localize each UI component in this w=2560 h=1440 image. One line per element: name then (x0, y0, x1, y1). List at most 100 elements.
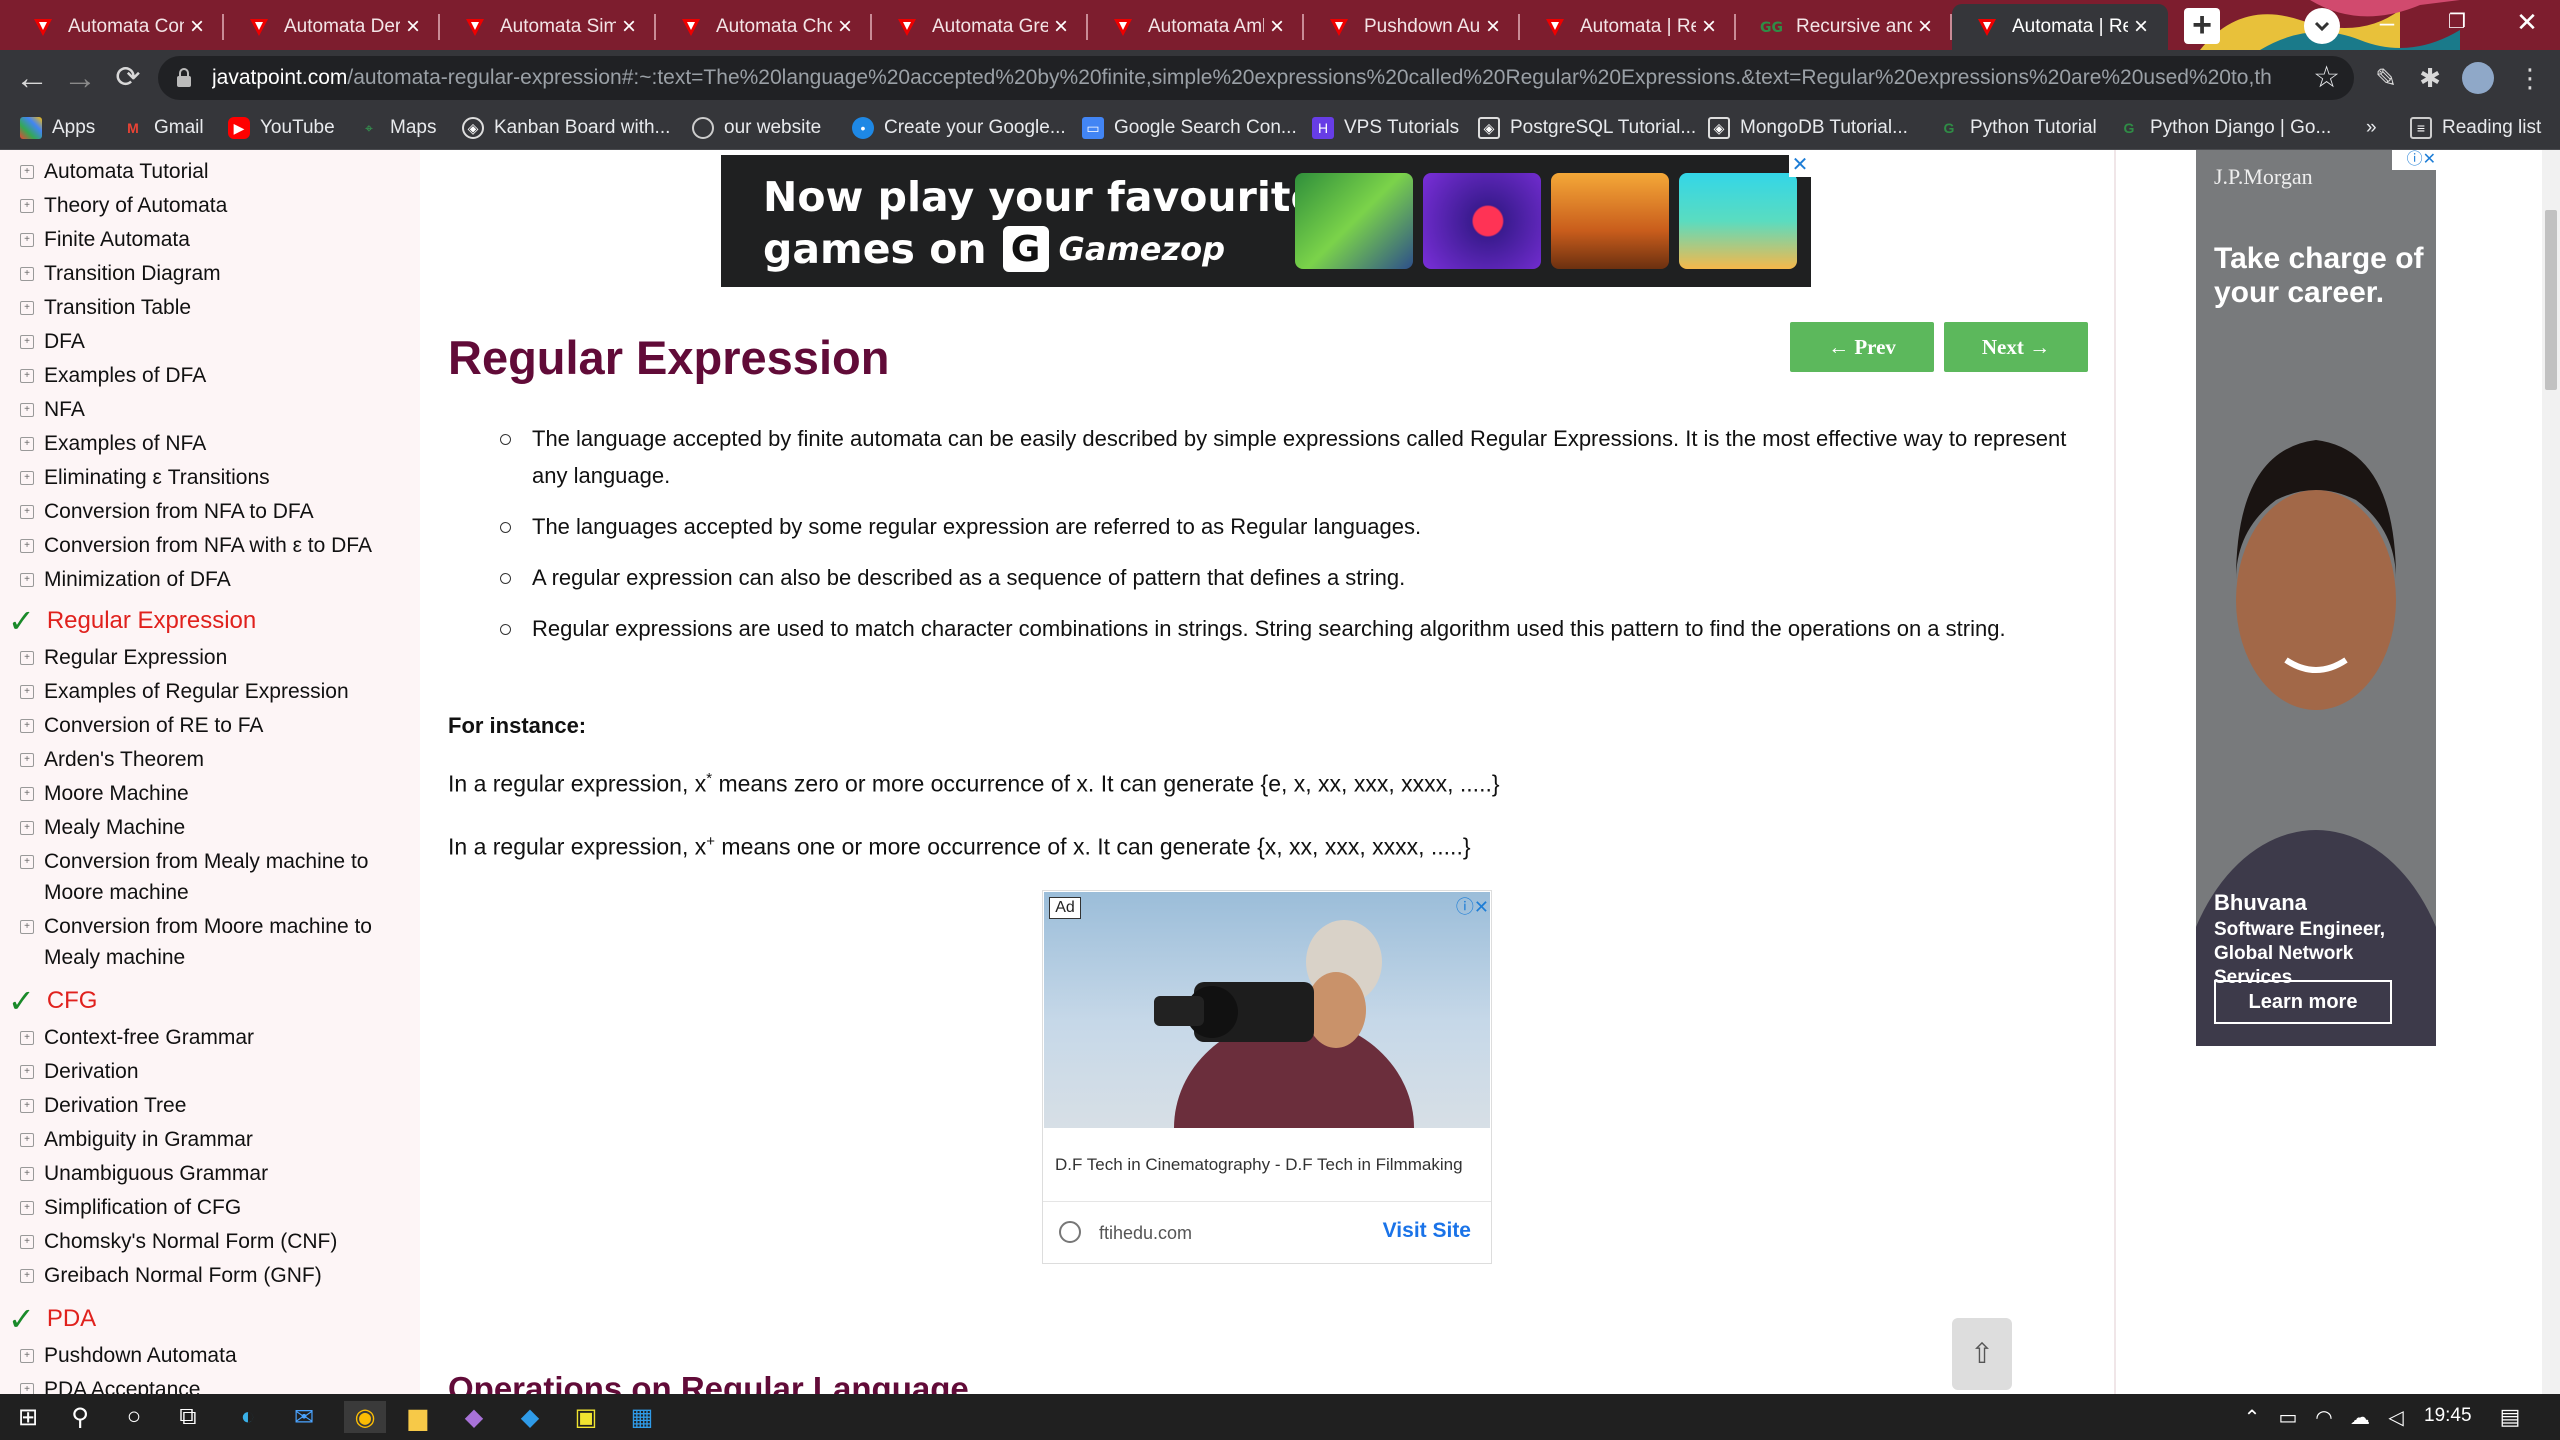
sidebar-item[interactable]: + NFA (20, 394, 405, 425)
sidebar-item[interactable]: + Moore Machine (20, 778, 405, 809)
close-icon[interactable]: × (2128, 14, 2154, 40)
sidebar-item[interactable]: + Conversion from Mealy machine to Moore … (20, 846, 405, 908)
ad-close-icon[interactable]: ✕ (1789, 155, 1811, 177)
sidebar-item[interactable]: + Examples of DFA (20, 360, 405, 391)
bookmarks-overflow[interactable]: » (2366, 114, 2377, 142)
ad-choices-icon[interactable]: ⓘ✕ (1445, 893, 1489, 917)
bookmark-postgresql[interactable]: ◈ PostgreSQL Tutorial... (1478, 114, 1696, 142)
chevron-up-icon[interactable]: ⌃ (2236, 1401, 2268, 1433)
tab-9[interactable]: GG Recursive and × (1736, 4, 1952, 50)
sidebar-item[interactable]: + Conversion from Moore machine to Mealy … (20, 911, 405, 973)
sidebar-item[interactable]: + Greibach Normal Form (GNF) (20, 1260, 405, 1291)
sidebar-item[interactable]: + Theory of Automata (20, 190, 405, 221)
sidebar-item[interactable]: + Mealy Machine (20, 812, 405, 843)
inline-ad[interactable]: Ad ⓘ✕ D.F Tech in Cinematography - D.F T… (1042, 890, 1492, 1264)
pen-extension-icon[interactable]: ✎ (2370, 62, 2402, 94)
close-icon[interactable]: × (184, 14, 210, 40)
bookmark-star-icon[interactable]: ☆ (2313, 61, 2340, 95)
mail-icon[interactable]: ✉ (288, 1401, 320, 1433)
forward-icon[interactable]: → (60, 58, 100, 98)
tab-7[interactable]: Pushdown Aut × (1304, 4, 1520, 50)
sidebar-section-pda[interactable]: ✓ PDA (8, 1300, 96, 1338)
sidebar-item[interactable]: + Derivation Tree (20, 1090, 405, 1121)
file-explorer-icon[interactable]: ▆ (402, 1401, 434, 1433)
close-icon[interactable]: × (1048, 14, 1074, 40)
tab-5[interactable]: Automata Grei × (872, 4, 1088, 50)
sidebar-item[interactable]: + Context-free Grammar (20, 1022, 405, 1053)
sidebar-item[interactable]: + Finite Automata (20, 224, 405, 255)
close-icon[interactable]: × (1480, 14, 1506, 40)
sidebar-item[interactable]: + Transition Table (20, 292, 405, 323)
ad-choices-icon[interactable]: ⓘ✕ (2392, 150, 2436, 170)
reload-icon[interactable]: ⟳ (108, 58, 148, 98)
sidebar-item[interactable]: + Pushdown Automata (20, 1340, 405, 1371)
scroll-to-top-button[interactable]: ⇧ (1952, 1318, 2012, 1390)
bookmark-gmail[interactable]: M Gmail (122, 114, 203, 142)
kebab-menu-icon[interactable]: ⋮ (2514, 62, 2546, 94)
sidebar-item[interactable]: + Transition Diagram (20, 258, 405, 289)
edge-icon[interactable]: ◐ (232, 1401, 264, 1433)
close-icon[interactable]: × (1912, 14, 1938, 40)
bookmark-apps[interactable]: Apps (20, 114, 95, 142)
vertical-scrollbar[interactable] (2542, 150, 2560, 1394)
close-icon[interactable]: × (1696, 14, 1722, 40)
gamezop-banner-ad[interactable]: Now play your favourite games on G Gamezop… (721, 155, 1811, 287)
bookmark-python[interactable]: G Python Tutorial (1938, 114, 2097, 142)
tab-6[interactable]: Automata Amb × (1088, 4, 1304, 50)
tab-3[interactable]: Automata Simp × (440, 4, 656, 50)
sidebar-item[interactable]: + Eliminating ε Transitions (20, 462, 405, 493)
search-icon[interactable]: ⚲ (64, 1401, 96, 1433)
chrome-icon[interactable]: ◉ (344, 1401, 386, 1433)
sidebar-item[interactable]: + PDA Acceptance (20, 1374, 405, 1394)
windows-start-icon[interactable]: ⊞ (12, 1401, 44, 1433)
close-icon[interactable]: × (832, 14, 858, 40)
tab-8[interactable]: Automata | Re × (1520, 4, 1736, 50)
sidebar-item[interactable]: + Ambiguity in Grammar (20, 1124, 405, 1155)
bookmark-our-website[interactable]: our website (692, 114, 821, 142)
close-icon[interactable]: × (400, 14, 426, 40)
extensions-puzzle-icon[interactable]: ✱ (2414, 62, 2446, 94)
visual-studio-icon[interactable]: ◆ (458, 1401, 490, 1433)
sidebar-item[interactable]: + Arden's Theorem (20, 744, 405, 775)
close-icon[interactable]: × (1264, 14, 1290, 40)
tab-2[interactable]: Automata Deri × (224, 4, 440, 50)
game-thumbnail[interactable] (1295, 173, 1413, 269)
sidebar-item[interactable]: + Conversion of RE to FA (20, 710, 405, 741)
task-view-icon[interactable]: ⧉ (172, 1401, 204, 1433)
battery-icon[interactable]: ▭ (2272, 1401, 2304, 1433)
cloud-icon[interactable]: ☁ (2344, 1401, 2376, 1433)
notifications-icon[interactable]: ▤ (2494, 1401, 2526, 1433)
bookmark-youtube[interactable]: ▶ YouTube (228, 114, 335, 142)
tab-1[interactable]: Automata Con × (8, 4, 224, 50)
bookmark-django[interactable]: G Python Django | Go... (2118, 114, 2332, 142)
sidebar-item[interactable]: + Conversion from NFA with ε to DFA (20, 530, 405, 561)
bookmark-mongodb[interactable]: ◈ MongoDB Tutorial... (1708, 114, 1908, 142)
sidebar-item[interactable]: + Minimization of DFA (20, 564, 405, 595)
sidebar-item[interactable]: + Conversion from NFA to DFA (20, 496, 405, 527)
sidebar-item[interactable]: + Examples of NFA (20, 428, 405, 459)
sidebar-item[interactable]: + Chomsky's Normal Form (CNF) (20, 1226, 405, 1257)
learn-more-button[interactable]: Learn more (2214, 980, 2392, 1024)
bookmark-vps[interactable]: H VPS Tutorials (1312, 114, 1459, 142)
address-bar[interactable]: javatpoint.com/automata-regular-expressi… (158, 56, 2354, 100)
next-button[interactable]: Next → (1944, 322, 2088, 372)
tab-search-icon[interactable] (2304, 8, 2340, 44)
window-close-icon[interactable]: ✕ (2492, 0, 2560, 46)
sidebar-item[interactable]: + Derivation (20, 1056, 405, 1087)
ad-caption[interactable]: D.F Tech in Cinematography - D.F Tech in… (1055, 1155, 1463, 1175)
vscode-icon[interactable]: ◆ (514, 1401, 546, 1433)
sidebar-item[interactable]: + Automata Tutorial (20, 156, 405, 187)
close-icon[interactable]: × (616, 14, 642, 40)
tab-10-active[interactable]: Automata | Re × (1952, 4, 2168, 50)
sidebar-item[interactable]: + Simplification of CFG (20, 1192, 405, 1223)
sidebar-section-regular-expression[interactable]: ✓ Regular Expression (8, 602, 256, 640)
prev-button[interactable]: ← Prev (1790, 322, 1934, 372)
sidebar-item[interactable]: + Unambiguous Grammar (20, 1158, 405, 1189)
cortana-icon[interactable]: ○ (118, 1401, 150, 1433)
sidebar-section-cfg[interactable]: ✓ CFG (8, 982, 97, 1020)
bookmark-kanban[interactable]: ◈ Kanban Board with... (462, 114, 670, 142)
bookmark-maps[interactable]: ⌖ Maps (358, 114, 436, 142)
scrollbar-thumb[interactable] (2545, 210, 2557, 390)
new-tab-button[interactable]: + (2184, 8, 2220, 44)
bookmark-create-google[interactable]: • Create your Google... (852, 114, 1066, 142)
